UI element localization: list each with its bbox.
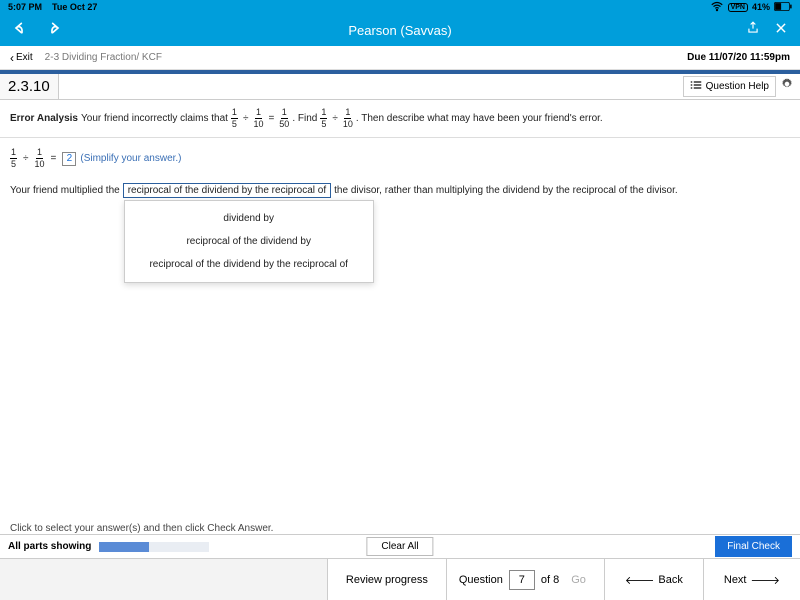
divide-op: ÷: [241, 109, 251, 129]
battery-percent: 41%: [752, 2, 770, 12]
progress-label: All parts showing: [8, 541, 91, 552]
next-label: Next: [724, 574, 747, 586]
exit-label: Exit: [16, 52, 33, 63]
dropdown-list: dividend by reciprocal of the dividend b…: [124, 200, 374, 283]
app-header: Pearson (Savvas): [0, 14, 800, 46]
question-label: Question: [459, 574, 503, 586]
sentence-pre: Your friend multiplied the: [10, 185, 120, 196]
fraction: 110: [35, 148, 45, 169]
arrow-left-icon: 🡐: [625, 573, 655, 587]
dropdown-option[interactable]: reciprocal of the dividend by: [125, 230, 373, 253]
question-help-button[interactable]: Question Help: [683, 76, 776, 97]
app-title: Pearson (Savvas): [348, 23, 451, 38]
vpn-badge: VPN: [728, 3, 748, 12]
question-stepper: Question of 8 Go: [447, 559, 605, 600]
final-check-button[interactable]: Final Check: [715, 536, 792, 557]
fraction: 150: [279, 108, 289, 129]
answer-hint: (Simplify your answer.): [80, 153, 181, 164]
back-button[interactable]: 🡐 Back: [605, 559, 704, 600]
prompt-text-3: . Then describe what may have been your …: [356, 109, 603, 129]
progress-row: All parts showing Clear All Final Check: [0, 534, 800, 558]
fraction: 110: [253, 108, 263, 129]
question-number: 2.3.10: [0, 74, 59, 99]
question-help-label: Question Help: [706, 81, 769, 92]
instruction-text: Click to select your answer(s) and then …: [10, 523, 273, 534]
chevron-left-icon: ‹: [10, 51, 14, 65]
equals-op: =: [49, 153, 59, 164]
answer-line: 15 ÷ 110 = 2 (Simplify your answer.): [10, 148, 790, 169]
list-icon: [690, 80, 702, 93]
back-arrow-icon[interactable]: [12, 20, 28, 41]
prompt: Error Analysis Your friend incorrectly c…: [10, 108, 790, 129]
dropdown-option[interactable]: reciprocal of the dividend by the recipr…: [125, 253, 373, 276]
status-time: 5:07 PM: [8, 2, 42, 12]
progress-bar: [99, 542, 209, 552]
due-date: Due 11/07/20 11:59pm: [687, 52, 790, 63]
prompt-label: Error Analysis: [10, 109, 78, 129]
answer-input[interactable]: 2: [62, 152, 76, 166]
equals-op: =: [266, 109, 276, 129]
question-total: of 8: [541, 574, 559, 586]
next-button[interactable]: Next 🡒: [704, 559, 800, 600]
fraction: 15: [10, 148, 17, 169]
clear-all-button[interactable]: Clear All: [366, 537, 433, 556]
assignment-bar: ‹ Exit 2-3 Dividing Fraction/ KCF Due 11…: [0, 46, 800, 70]
back-label: Back: [658, 574, 682, 586]
gear-icon[interactable]: [780, 77, 794, 96]
go-button[interactable]: Go: [565, 574, 592, 586]
divide-op: ÷: [21, 153, 31, 164]
exit-button[interactable]: ‹ Exit: [10, 51, 33, 65]
arrow-right-icon: 🡒: [751, 573, 781, 587]
sentence-post: the divisor, rather than multiplying the…: [334, 185, 678, 196]
assignment-title: 2-3 Dividing Fraction/ KCF: [45, 52, 162, 63]
forward-arrow-icon[interactable]: [46, 20, 62, 41]
fraction: 110: [343, 108, 353, 129]
wifi-icon: [710, 0, 724, 15]
status-date: Tue Oct 27: [52, 2, 97, 12]
close-icon[interactable]: [774, 21, 788, 40]
dropdown-select[interactable]: reciprocal of the dividend by the recipr…: [123, 183, 331, 198]
fraction: 15: [320, 108, 327, 129]
fraction: 15: [231, 108, 238, 129]
question-number-input[interactable]: [509, 570, 535, 590]
review-progress-button[interactable]: Review progress: [327, 559, 447, 600]
footer-nav: Review progress Question of 8 Go 🡐 Back …: [0, 558, 800, 600]
progress-bar-fill: [99, 542, 149, 552]
question-header: 2.3.10 Question Help: [0, 74, 800, 100]
sentence-answer: Your friend multiplied the reciprocal of…: [10, 183, 790, 198]
dropdown-option[interactable]: dividend by: [125, 207, 373, 230]
dropdown-selected: reciprocal of the dividend by the recipr…: [128, 185, 326, 196]
battery-icon: [774, 2, 792, 13]
share-icon[interactable]: [746, 21, 760, 40]
content-area: Error Analysis Your friend incorrectly c…: [0, 100, 800, 206]
prompt-text-2: . Find: [292, 109, 317, 129]
divide-op: ÷: [330, 109, 340, 129]
device-status-bar: 5:07 PM Tue Oct 27 VPN 41%: [0, 0, 800, 14]
divider: [0, 137, 800, 138]
prompt-text-1: Your friend incorrectly claims that: [81, 109, 228, 129]
